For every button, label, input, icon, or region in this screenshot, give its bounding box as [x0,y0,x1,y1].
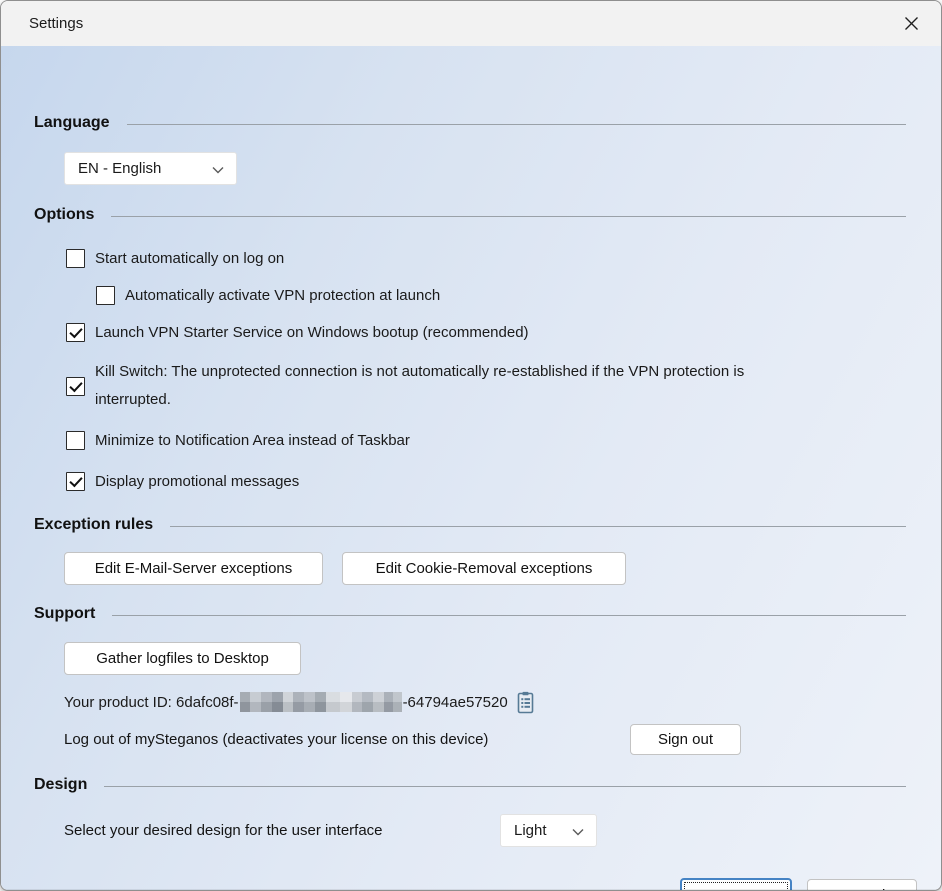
section-options: Options [34,206,906,224]
edit-email-server-exceptions-button[interactable]: Edit E-Mail-Server exceptions [64,552,323,585]
section-exception-rules: Exception rules [34,516,906,534]
product-id-redacted-block [240,692,402,712]
section-support: Support [34,605,906,623]
window-title: Settings [29,15,83,32]
checkbox-vpn-starter-service[interactable]: Launch VPN Starter Service on Windows bo… [66,319,529,346]
checkbox-label: Kill Switch: The unprotected connection … [95,358,815,414]
language-header: Language [34,114,110,132]
settings-window: Settings Language EN - English Options [0,0,942,891]
titlebar: Settings [1,1,941,46]
gather-logfiles-button[interactable]: Gather logfiles to Desktop [64,642,301,675]
checkbox-start-automatically[interactable]: Start automatically on log on [66,245,284,272]
language-select[interactable]: EN - English [64,152,237,185]
section-rule [104,786,906,787]
edit-cookie-removal-exceptions-button[interactable]: Edit Cookie-Removal exceptions [342,552,626,585]
checkbox-box[interactable] [96,286,115,305]
design-prompt: Select your desired design for the user … [64,814,383,847]
checkbox-promotional-messages[interactable]: Display promotional messages [66,468,299,495]
checkbox-minimize-to-tray[interactable]: Minimize to Notification Area instead of… [66,427,410,454]
product-id-prefix: Your product ID: 6dafc08f- [64,694,239,711]
language-select-value: EN - English [78,160,161,177]
design-select[interactable]: Light [500,814,597,847]
checkbox-box[interactable] [66,323,85,342]
checkbox-auto-activate-vpn[interactable]: Automatically activate VPN protection at… [96,282,440,309]
section-language: Language [34,114,906,132]
checkbox-box[interactable] [66,249,85,268]
section-design: Design [34,776,906,794]
options-header: Options [34,206,94,224]
design-select-value: Light [514,822,547,839]
support-header: Support [34,605,95,623]
section-rule [127,124,906,125]
chevron-down-icon [212,166,224,174]
chevron-down-icon [572,828,584,836]
checkbox-box[interactable] [66,472,85,491]
checkbox-box[interactable] [66,377,85,396]
design-header: Design [34,776,87,794]
close-button[interactable] [891,4,931,42]
settings-content: Language EN - English Options Start auto… [1,46,942,891]
close-icon [904,16,919,31]
sign-out-button[interactable]: Sign out [630,724,741,755]
section-rule [112,615,906,616]
checkbox-label: Automatically activate VPN protection at… [125,282,440,309]
checkbox-kill-switch[interactable]: Kill Switch: The unprotected connection … [66,358,846,414]
logout-text: Log out of mySteganos (deactivates your … [64,724,488,755]
section-rule [111,216,906,217]
checkbox-label: Launch VPN Starter Service on Windows bo… [95,319,529,346]
checkbox-box[interactable] [66,431,85,450]
section-rule [170,526,906,527]
product-id-row: Your product ID: 6dafc08f- -64794ae57520 [64,689,534,715]
product-id-suffix: -64794ae57520 [403,694,508,711]
checkbox-label: Display promotional messages [95,468,299,495]
checkbox-label: Minimize to Notification Area instead of… [95,427,410,454]
exception-rules-header: Exception rules [34,516,153,534]
checkbox-label: Start automatically on log on [95,245,284,272]
copy-to-clipboard-icon[interactable] [517,691,534,714]
